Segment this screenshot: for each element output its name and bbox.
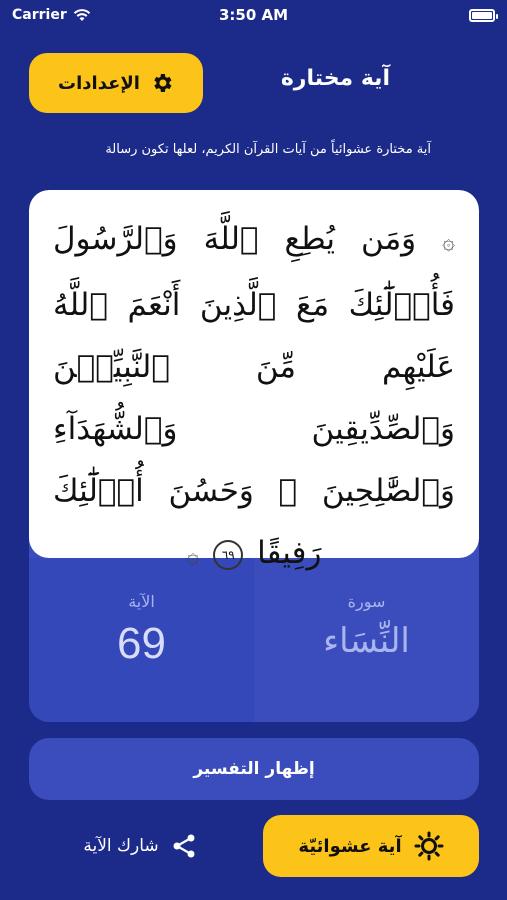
page-title: آية مختارة — [280, 66, 390, 91]
settings-label: الإعدادات — [58, 72, 140, 94]
ayah-number-marker: ٦٩ — [213, 539, 244, 570]
page-subtitle: آية مختارة عشوائياً من آيات القرآن الكري… — [105, 142, 431, 157]
status-left: Carrier — [12, 7, 91, 23]
share-ayah-button[interactable]: شارك الآية — [70, 826, 210, 866]
battery-icon — [469, 8, 498, 22]
random-ayah-button[interactable]: آية عشوائيّة — [263, 815, 479, 877]
verse-open-ornament: ۞ — [442, 230, 455, 255]
share-ayah-label: شارك الآية — [83, 836, 159, 856]
carrier-label: Carrier — [12, 7, 67, 23]
sun-icon — [414, 831, 444, 861]
verse-text: وَمَن يُطِعِ ٱللَّهَ وَٱلرَّسُولَ فَأُو۟… — [53, 221, 455, 571]
ayah-value: 69 — [117, 619, 166, 668]
settings-button[interactable]: الإعدادات — [29, 53, 203, 113]
surah-label: سورة — [347, 592, 386, 611]
random-ayah-label: آية عشوائيّة — [298, 835, 402, 857]
verse-close-ornament: ۞ — [186, 544, 200, 569]
gear-icon — [154, 74, 172, 92]
ayah-label: الآية — [128, 592, 155, 611]
share-icon — [173, 834, 195, 858]
wifi-icon — [73, 8, 90, 21]
show-tafsir-button[interactable]: إظهار التفسير — [29, 738, 479, 800]
verse-panel: ۞ وَمَن يُطِعِ ٱللَّهَ وَٱلرَّسُولَ فَأُ… — [29, 190, 479, 722]
verse-card: ۞ وَمَن يُطِعِ ٱللَّهَ وَٱلرَّسُولَ فَأُ… — [29, 190, 479, 571]
surah-value: النِّسَاء — [323, 621, 410, 661]
status-bar: Carrier 3:50 AM — [0, 0, 507, 30]
